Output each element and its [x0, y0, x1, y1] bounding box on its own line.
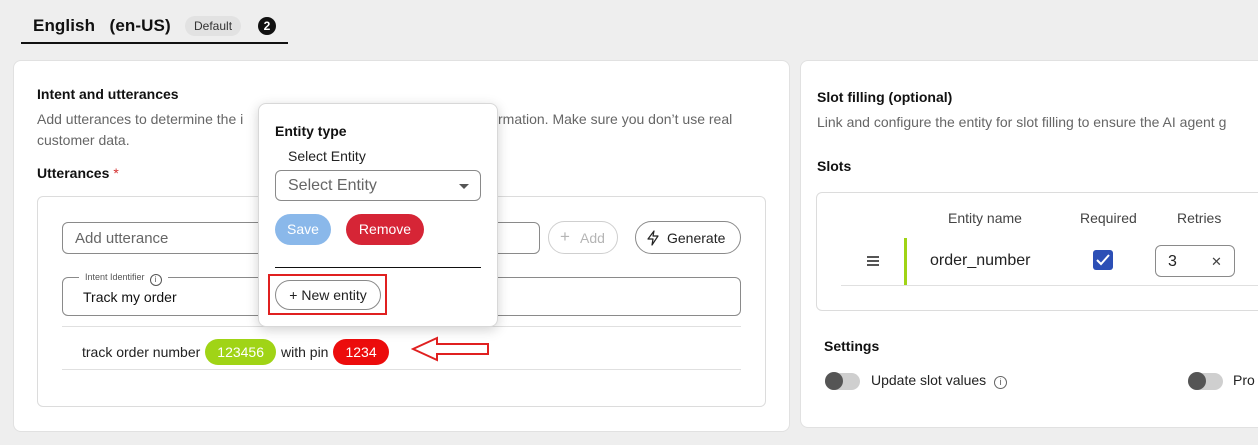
toggle-knob: [825, 372, 843, 390]
info-icon[interactable]: i: [994, 376, 1008, 389]
slots-label: Slots: [817, 158, 852, 174]
update-slot-values-toggle[interactable]: [825, 372, 860, 390]
count-badge: 2: [258, 17, 276, 35]
popover-divider: [275, 267, 481, 268]
update-slot-values-text: Update slot values: [871, 372, 987, 388]
required-checkbox[interactable]: [1093, 250, 1113, 270]
entity-chip-1234[interactable]: 1234: [333, 339, 389, 365]
add-utterance-placeholder: Add utterance: [75, 230, 169, 247]
generate-button[interactable]: Generate: [635, 221, 741, 254]
remove-button[interactable]: Remove: [346, 214, 424, 245]
language-tab-label: English (en-US): [33, 16, 171, 35]
save-button[interactable]: Save: [275, 214, 331, 245]
select-entity-dropdown[interactable]: Select Entity: [275, 170, 481, 201]
select-entity-placeholder: Select Entity: [288, 177, 377, 194]
lightning-icon: [647, 230, 659, 246]
utterances-label-text: Utterances: [37, 165, 110, 181]
slot-filling-description: Link and configure the entity for slot f…: [817, 114, 1227, 130]
utterances-label: Utterances *: [37, 165, 119, 181]
intent-identifier-label: Intent Identifier: [85, 272, 145, 282]
language-tab-en-us[interactable]: English (en-US) Default 2: [21, 0, 288, 44]
column-required: Required: [1080, 210, 1137, 226]
intent-identifier-legend: Intent Identifier i: [79, 270, 168, 286]
intent-identifier-value: Track my order: [83, 289, 177, 305]
pro-setting-label: Pro: [1233, 372, 1255, 388]
intent-section-description: Add utterances to determine the i: [37, 109, 243, 130]
utterance-row[interactable]: track order number 123456 with pin 1234: [82, 339, 394, 365]
drag-handle-icon[interactable]: [867, 256, 879, 268]
utterance-text-2: with pin: [281, 344, 329, 360]
annotation-arrow-icon: [411, 336, 489, 362]
select-entity-label: Select Entity: [288, 148, 366, 164]
add-utterance-button[interactable]: + Add: [548, 221, 618, 254]
plus-icon: +: [560, 227, 570, 246]
toggle-knob: [1188, 372, 1206, 390]
divider-bottom: [62, 369, 741, 370]
retries-input[interactable]: 3 ✕: [1155, 245, 1235, 277]
default-badge: Default: [185, 16, 242, 36]
intent-description-start: Add utterances to determine the i: [37, 111, 244, 127]
retries-value: 3: [1168, 253, 1177, 270]
entity-type-popover: Entity type Select Entity Select Entity …: [258, 103, 498, 327]
column-retries: Retries: [1177, 210, 1222, 226]
new-entity-button[interactable]: + New entity: [275, 280, 381, 310]
pro-setting-toggle[interactable]: [1188, 372, 1223, 390]
entity-color-bar: [904, 238, 907, 286]
slot-entity-name: order_number: [930, 252, 1031, 269]
column-entity-name: Entity name: [948, 210, 1022, 226]
update-slot-values-label: Update slot values i: [871, 372, 1008, 389]
slot-row-divider: [841, 285, 1258, 286]
chevron-down-icon: [459, 184, 469, 189]
intent-section-title: Intent and utterances: [37, 86, 179, 102]
utterance-text-1: track order number: [82, 344, 201, 360]
clear-icon[interactable]: ✕: [1211, 254, 1222, 270]
entity-chip-123456[interactable]: 123456: [205, 339, 276, 365]
checkmark-icon: [1096, 254, 1110, 266]
intent-description-line2: customer data.: [37, 132, 130, 148]
settings-label: Settings: [824, 338, 880, 354]
entity-type-title: Entity type: [275, 123, 347, 139]
generate-button-label: Generate: [667, 230, 726, 246]
slot-filling-title: Slot filling (optional): [817, 89, 953, 105]
add-button-label: Add: [580, 230, 605, 246]
required-asterisk: *: [113, 165, 119, 181]
intent-description-end: rmation. Make sure you don’t use real: [498, 111, 733, 127]
info-icon[interactable]: i: [149, 274, 162, 286]
